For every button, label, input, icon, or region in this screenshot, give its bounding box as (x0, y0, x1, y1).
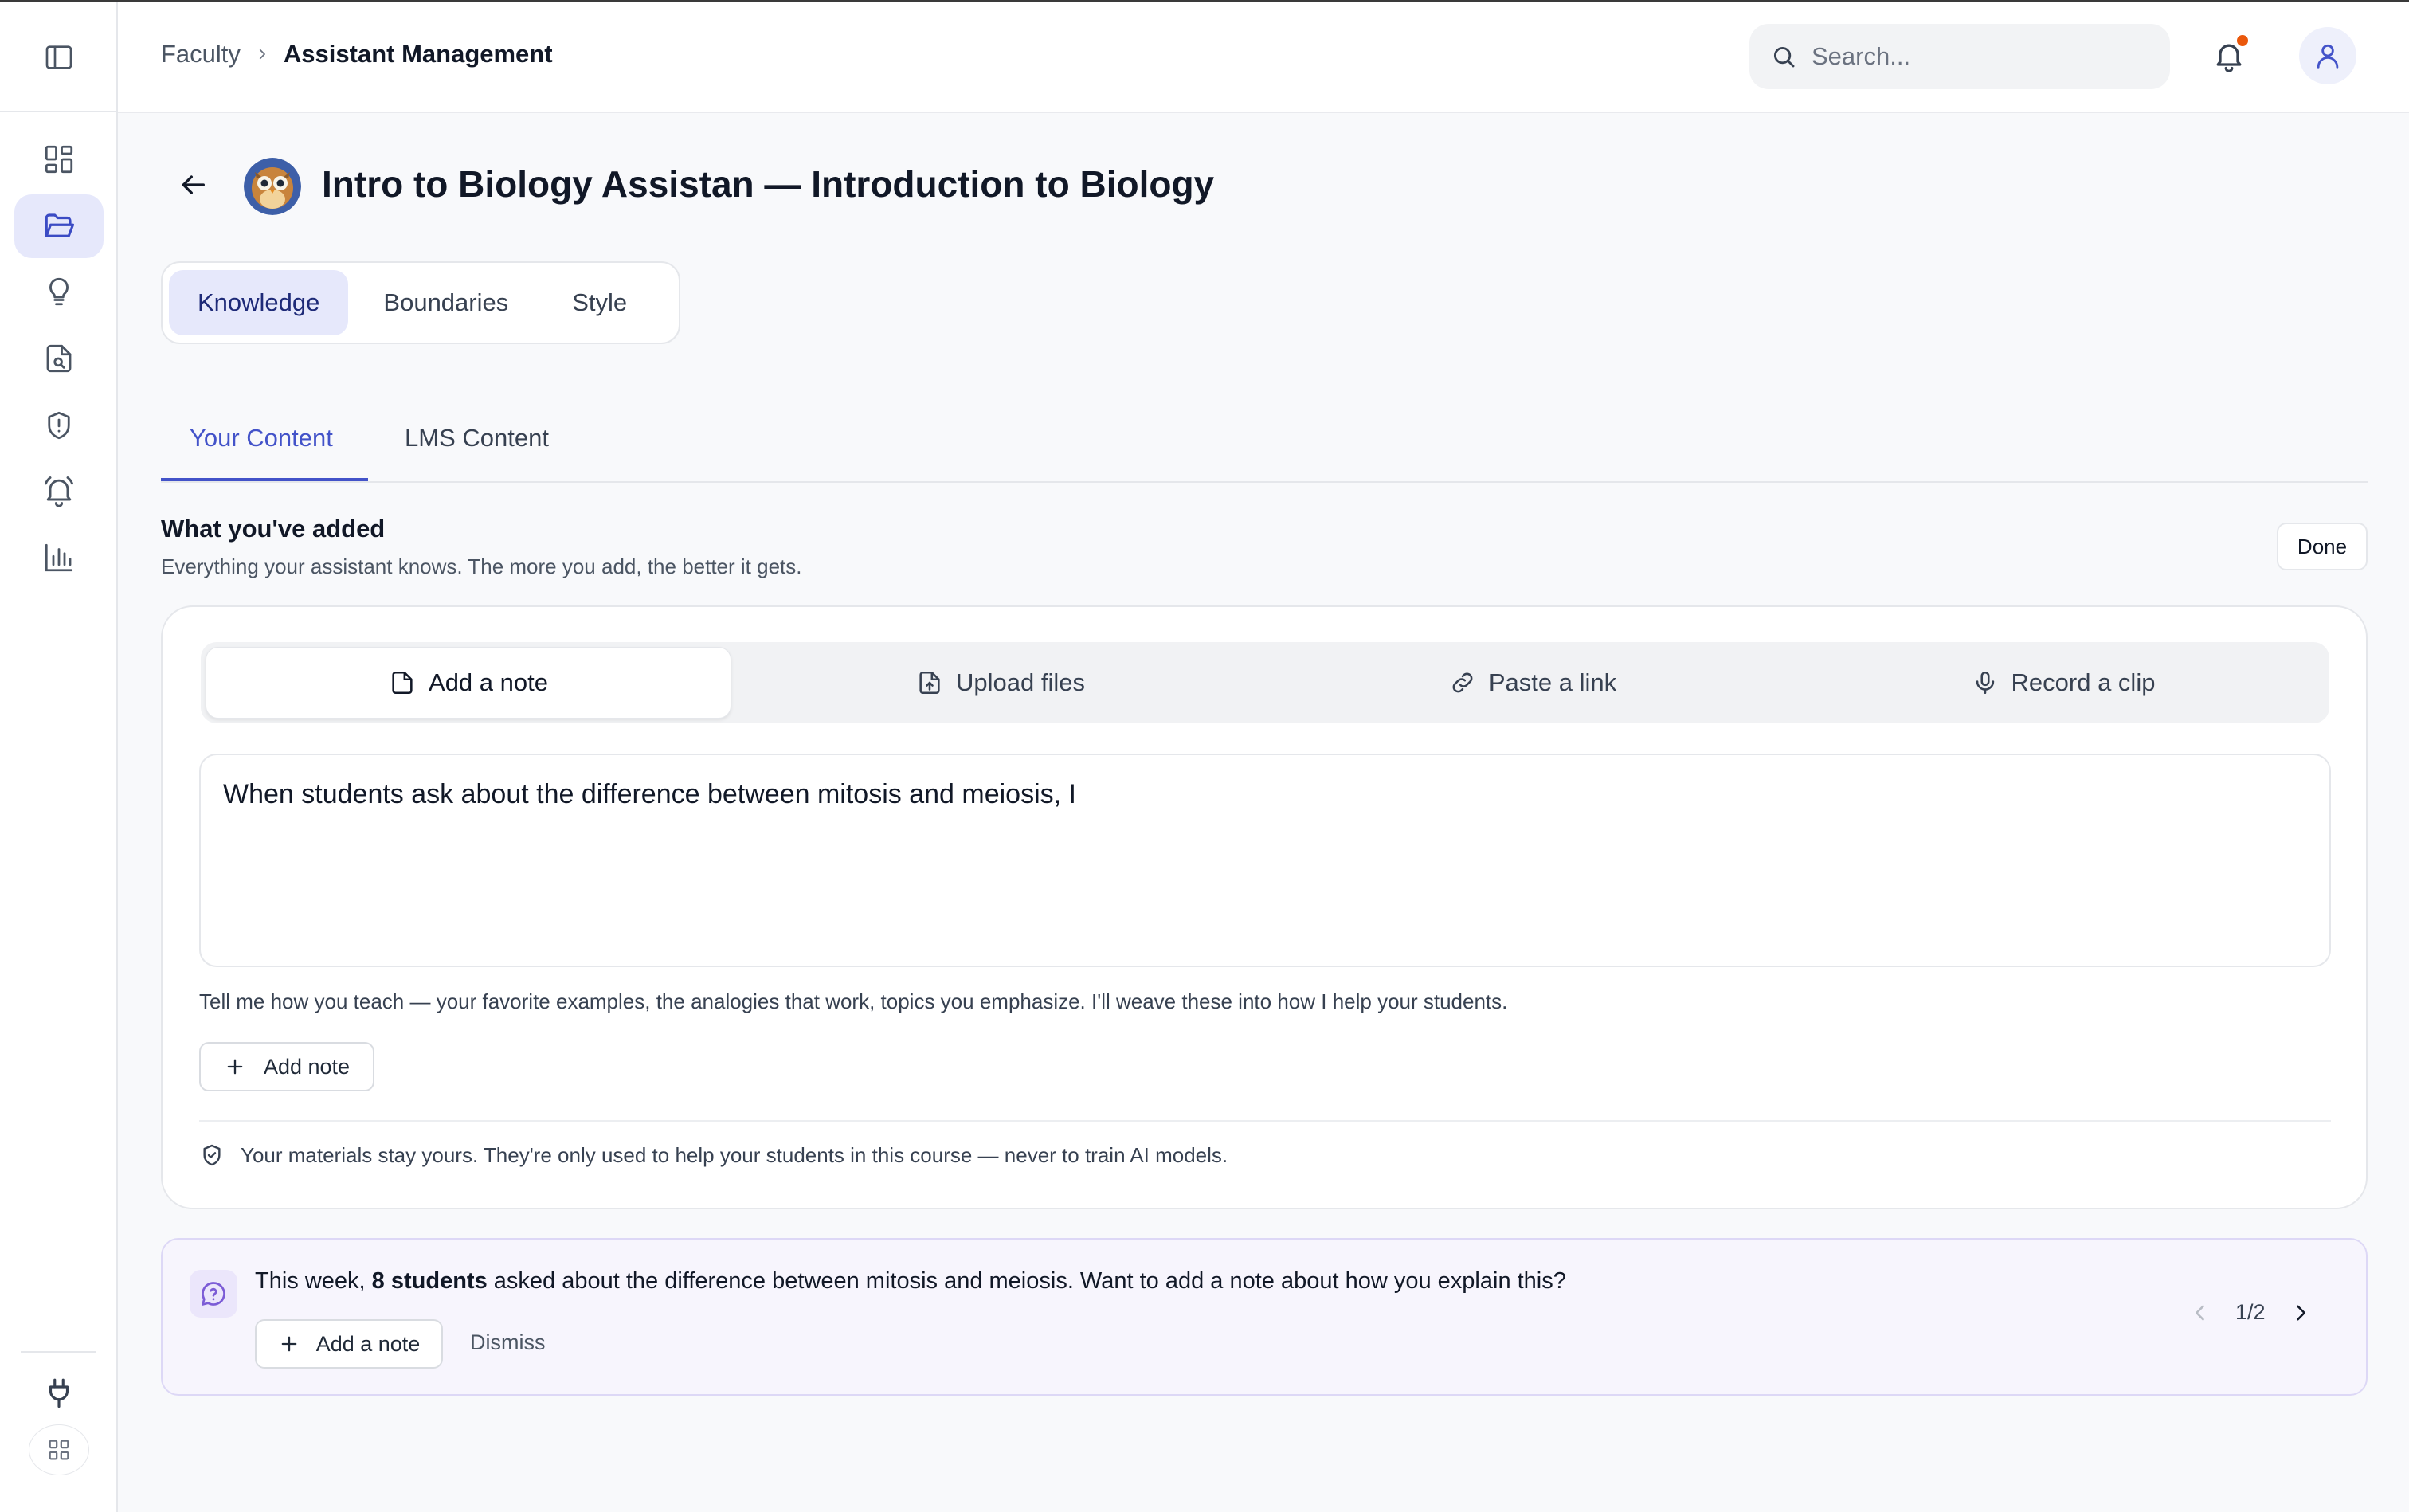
link-icon (1449, 669, 1476, 696)
sidebar-divider (21, 1351, 96, 1353)
alarm-bell-icon (41, 473, 76, 508)
note-icon (389, 669, 416, 696)
suggestion-add-label: Add a note (315, 1331, 421, 1356)
add-note-button[interactable]: Add note (199, 1042, 374, 1091)
chevron-right-icon (255, 47, 269, 61)
add-note-label: Add note (263, 1054, 351, 1079)
tab-upload-files[interactable]: Upload files (738, 647, 1263, 719)
folder-open-icon (42, 210, 76, 243)
tab-record-a-clip[interactable]: Record a clip (1800, 647, 2326, 719)
pager-count: 1/2 (2235, 1300, 2266, 1324)
tab-label: Add a note (429, 668, 548, 696)
breadcrumb: Faculty Assistant Management (161, 40, 553, 69)
notifications-button[interactable] (2207, 33, 2251, 78)
section-title: What you've added (161, 515, 386, 543)
shield-check-icon (199, 1142, 225, 1168)
content-composer-card: Add a note Upload files Paste a link Rec… (161, 605, 2368, 1209)
top-header: Faculty Assistant Management (118, 2, 2409, 113)
sidebar (0, 2, 118, 1512)
content-source-tabs: Your Content LMS Content (161, 400, 2368, 483)
assistant-section-tabs: Knowledge Boundaries Style (161, 261, 680, 344)
suggestion-add-note-button[interactable]: Add a note (255, 1319, 443, 1369)
suggestion-pager: 1/2 (2189, 1300, 2312, 1325)
breadcrumb-faculty-link[interactable]: Faculty (161, 40, 241, 69)
sidebar-item-integrations[interactable] (14, 1361, 104, 1424)
search-input[interactable] (1812, 42, 2162, 71)
sidebar-item-alerts[interactable] (14, 394, 104, 457)
user-icon (2313, 41, 2343, 71)
breadcrumb-current: Assistant Management (283, 40, 553, 68)
tab-boundaries[interactable]: Boundaries (354, 270, 537, 335)
plus-icon (224, 1056, 246, 1078)
search-icon (1770, 43, 1797, 70)
plug-icon (42, 1376, 76, 1409)
tab-add-a-note[interactable]: Add a note (206, 647, 731, 719)
notification-dot (2235, 33, 2250, 48)
page-title: Intro to Biology Assistan — Introduction… (322, 163, 1215, 205)
chevron-right-icon[interactable] (2290, 1302, 2312, 1324)
apps-grid-icon (45, 1436, 72, 1463)
dashboard-grid-icon (42, 143, 76, 176)
suggestion-text-start: This week, (255, 1268, 372, 1294)
tab-paste-a-link[interactable]: Paste a link (1270, 647, 1796, 719)
section-subtitle: Everything your assistant knows. The mor… (161, 554, 802, 578)
tab-knowledge[interactable]: Knowledge (169, 270, 349, 335)
file-search-icon (42, 342, 76, 375)
back-button[interactable] (174, 166, 212, 204)
sidebar-toggle-icon[interactable] (40, 38, 78, 76)
active-tab-underline (161, 478, 368, 481)
suggestion-text: This week, 8 students asked about the di… (255, 1268, 1566, 1295)
student-count: 8 students (371, 1268, 488, 1294)
note-textarea[interactable]: When students ask about the difference b… (199, 754, 2331, 967)
done-button[interactable]: Done (2277, 523, 2368, 570)
arrow-left-icon (177, 169, 209, 201)
plus-icon (278, 1333, 300, 1355)
sidebar-item-notifications[interactable] (14, 459, 104, 523)
question-bubble-icon (190, 1270, 237, 1318)
assistant-owl-avatar (244, 158, 301, 215)
sidebar-item-apps[interactable] (29, 1424, 89, 1475)
sidebar-item-document-search[interactable] (14, 327, 104, 390)
microphone-icon (1972, 669, 1999, 696)
tab-style[interactable]: Style (543, 270, 656, 335)
privacy-text: Your materials stay yours. They're only … (241, 1142, 1228, 1167)
dismiss-button[interactable]: Dismiss (470, 1330, 546, 1355)
tab-your-content[interactable]: Your Content (190, 424, 333, 452)
sidebar-item-dashboard[interactable] (14, 127, 104, 191)
card-divider (199, 1120, 2331, 1122)
suggestion-text-end: asked about the difference between mitos… (487, 1268, 1566, 1294)
tab-lms-content[interactable]: LMS Content (405, 424, 549, 452)
lightbulb-icon (42, 275, 76, 308)
file-upload-icon (916, 669, 943, 696)
content-type-tabs: Add a note Upload files Paste a link Rec… (201, 642, 2329, 723)
tab-label: Paste a link (1488, 668, 1617, 696)
suggestion-banner: This week, 8 students asked about the di… (161, 1238, 2368, 1396)
user-avatar-button[interactable] (2299, 27, 2356, 84)
note-hint: Tell me how you teach — your favorite ex… (199, 989, 1508, 1013)
tab-label: Record a clip (2011, 668, 2156, 696)
sidebar-divider (0, 111, 118, 112)
sidebar-item-ideas[interactable] (14, 260, 104, 323)
shield-alert-icon (42, 409, 76, 442)
tab-label: Upload files (956, 668, 1085, 696)
sidebar-item-analytics[interactable] (14, 526, 104, 590)
sidebar-item-folders[interactable] (14, 194, 104, 258)
bar-chart-icon (42, 541, 76, 574)
search-box[interactable] (1749, 24, 2170, 89)
chevron-left-icon[interactable] (2189, 1302, 2211, 1324)
privacy-notice: Your materials stay yours. They're only … (199, 1142, 1228, 1168)
